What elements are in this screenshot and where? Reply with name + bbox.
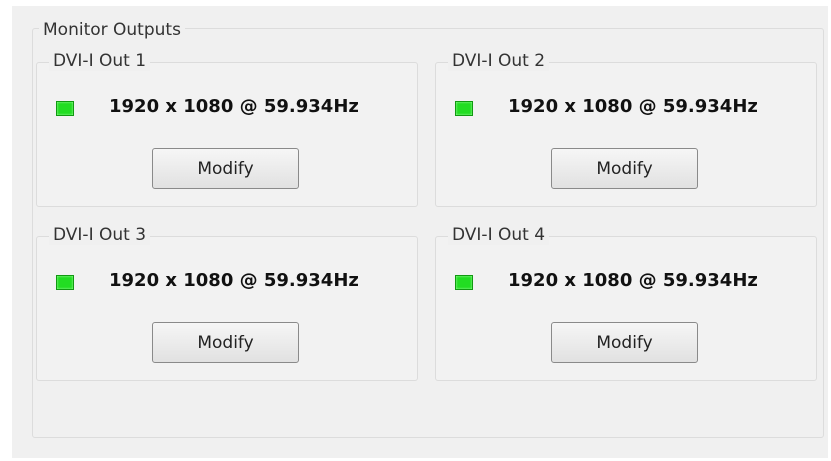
status-led-icon	[455, 101, 473, 116]
monitor-outputs-title: Monitor Outputs	[39, 20, 185, 40]
output-4-modify-button[interactable]: Modify	[551, 322, 698, 363]
output-1-modify-button[interactable]: Modify	[152, 148, 299, 189]
status-led-icon	[56, 101, 74, 116]
status-led-icon	[56, 275, 74, 290]
status-led-icon	[455, 275, 473, 290]
output-1-resolution: 1920 x 1080 @ 59.934Hz	[109, 96, 359, 117]
output-1-group: DVI-I Out 1 1920 x 1080 @ 59.934Hz Modif…	[36, 51, 418, 207]
output-3-group: DVI-I Out 3 1920 x 1080 @ 59.934Hz Modif…	[36, 225, 418, 381]
output-2-modify-button[interactable]: Modify	[551, 148, 698, 189]
output-4-title: DVI-I Out 4	[448, 225, 550, 245]
output-2-title: DVI-I Out 2	[448, 51, 550, 71]
output-2-resolution: 1920 x 1080 @ 59.934Hz	[508, 96, 758, 117]
monitor-outputs-panel: Monitor Outputs DVI-I Out 1 1920 x 1080 …	[12, 6, 828, 458]
output-4-resolution: 1920 x 1080 @ 59.934Hz	[508, 270, 758, 291]
output-2-group: DVI-I Out 2 1920 x 1080 @ 59.934Hz Modif…	[435, 51, 817, 207]
output-3-modify-button[interactable]: Modify	[152, 322, 299, 363]
output-3-resolution: 1920 x 1080 @ 59.934Hz	[109, 270, 359, 291]
output-3-title: DVI-I Out 3	[49, 225, 151, 245]
output-4-group: DVI-I Out 4 1920 x 1080 @ 59.934Hz Modif…	[435, 225, 817, 381]
output-1-title: DVI-I Out 1	[49, 51, 151, 71]
